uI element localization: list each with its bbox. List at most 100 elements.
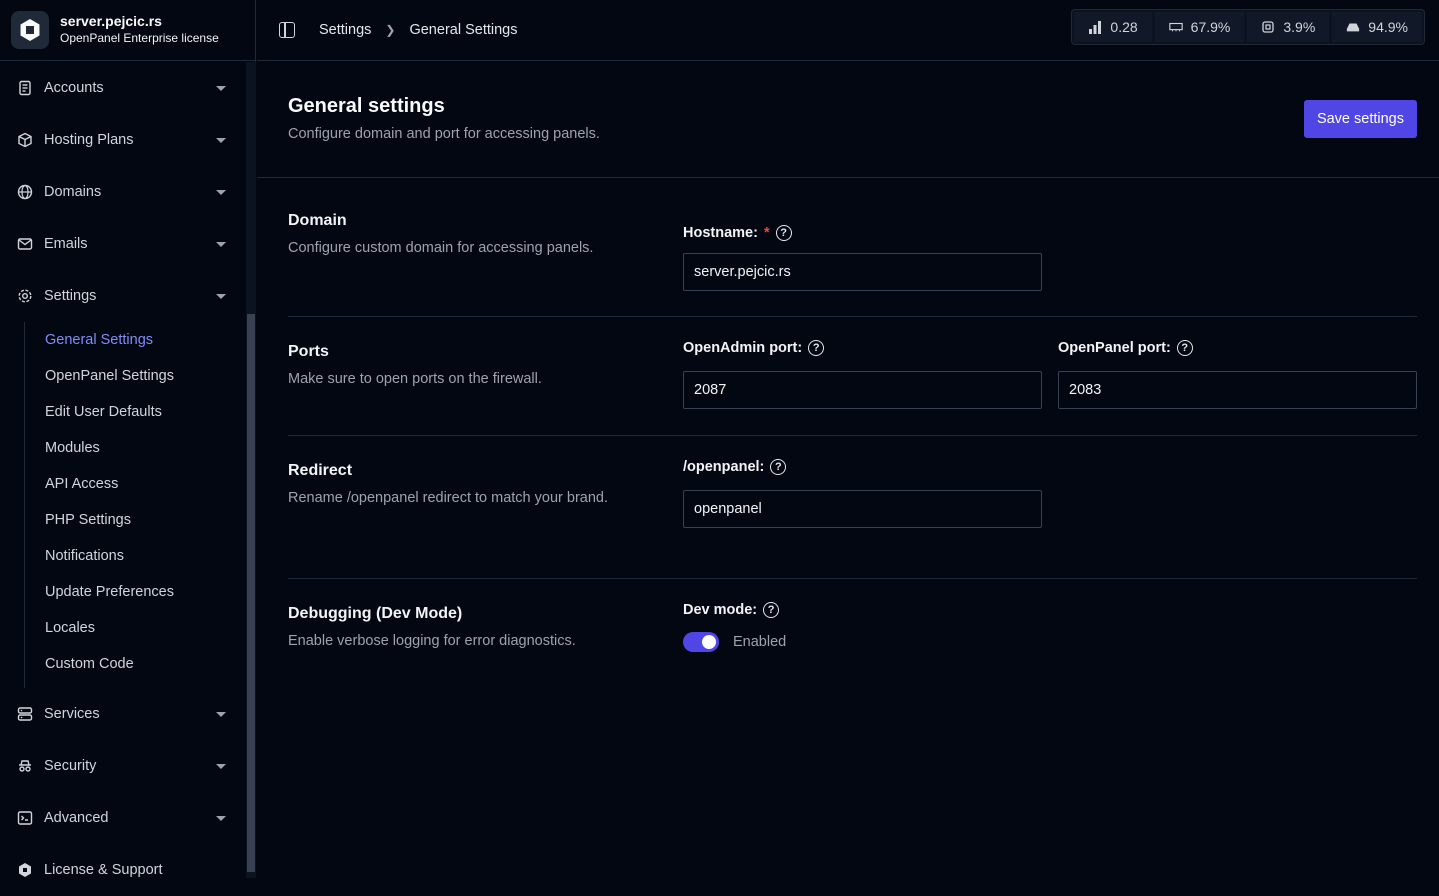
breadcrumb-settings[interactable]: Settings: [319, 22, 371, 38]
openpanel-port-input[interactable]: [1058, 371, 1417, 409]
chevron-down-icon: [216, 711, 226, 717]
sidebar-item-label: Accounts: [44, 80, 104, 96]
sidebar-item-label: Settings: [44, 288, 97, 304]
page-header: General settings Configure domain and po…: [257, 62, 1439, 178]
section-description: Enable verbose logging for error diagnos…: [288, 633, 576, 649]
sidebar-item-advanced[interactable]: Advanced: [0, 792, 246, 844]
dev-mode-toggle-row: Enabled: [683, 632, 786, 652]
memory-icon: [1168, 20, 1183, 34]
openadmin-port-label-text: OpenAdmin port:: [683, 340, 803, 356]
chevron-right-icon: ❯: [385, 23, 396, 37]
section-ports: Ports Make sure to open ports on the fir…: [288, 340, 1417, 409]
chevron-down-icon: [216, 85, 226, 91]
package-icon: [16, 131, 34, 149]
help-icon[interactable]: ?: [763, 602, 780, 618]
openpanel-icon: [16, 861, 34, 879]
section-title: Debugging (Dev Mode): [288, 605, 463, 622]
sidebar-nav: Accounts Hosting Plans Domains Emails Se…: [0, 62, 246, 896]
hostname-input[interactable]: [683, 253, 1042, 291]
sidebar-item-label: Domains: [44, 184, 102, 200]
section-debugging: Debugging (Dev Mode) Enable verbose logg…: [288, 602, 1417, 652]
terminal-icon: [16, 809, 34, 827]
breadcrumb: Settings ❯ General Settings: [319, 22, 517, 38]
sidebar-item-domains[interactable]: Domains: [0, 166, 246, 218]
sidebar-item-label: Services: [44, 706, 100, 722]
submenu-item-locales[interactable]: Locales: [25, 610, 246, 646]
sidebar-item-label: Security: [44, 758, 97, 774]
submenu-item-custom-code[interactable]: Custom Code: [25, 646, 246, 682]
openadmin-port-label: OpenAdmin port: ?: [683, 340, 1042, 356]
help-icon[interactable]: ?: [1176, 340, 1193, 356]
sidebar-item-label: Hosting Plans: [44, 132, 134, 148]
required-marker: *: [763, 225, 770, 241]
openpanel-redirect-input[interactable]: [683, 490, 1042, 528]
section-domain: Domain Configure custom domain for acces…: [288, 212, 1417, 291]
mail-icon: [16, 235, 34, 253]
sidebar-item-services[interactable]: Services: [0, 688, 246, 740]
server-icon: [16, 705, 34, 723]
openpanel-port-label-text: OpenPanel port:: [1058, 340, 1171, 356]
help-icon[interactable]: ?: [808, 340, 825, 356]
sidebar-item-label: Emails: [44, 236, 88, 252]
page-description: Configure domain and port for accessing …: [288, 126, 600, 142]
chevron-down-icon: [216, 763, 226, 769]
help-icon[interactable]: ?: [775, 225, 792, 241]
hostname-label-text: Hostname:: [683, 225, 758, 241]
submenu-item-api-access[interactable]: API Access: [25, 466, 246, 502]
submenu-item-php-settings[interactable]: PHP Settings: [25, 502, 246, 538]
chevron-down-icon: [216, 815, 226, 821]
divider: [288, 316, 1417, 317]
help-icon[interactable]: ?: [770, 459, 787, 475]
submenu-item-notifications[interactable]: Notifications: [25, 538, 246, 574]
sidebar-scrollbar-thumb[interactable]: [247, 314, 255, 872]
stat-load[interactable]: 0.28: [1074, 12, 1152, 42]
stat-load-value: 0.28: [1110, 19, 1138, 35]
openadmin-port-input[interactable]: [683, 371, 1042, 409]
hostname-label: Hostname: * ?: [683, 225, 1042, 241]
gear-icon: [16, 287, 34, 305]
sidebar-item-accounts[interactable]: Accounts: [0, 62, 246, 114]
section-redirect: Redirect Rename /openpanel redirect to m…: [288, 459, 1417, 528]
dev-mode-toggle[interactable]: [683, 632, 719, 652]
hostname-field: Hostname: * ?: [683, 225, 1042, 291]
sidebar-item-security[interactable]: Security: [0, 740, 246, 792]
submenu-item-modules[interactable]: Modules: [25, 430, 246, 466]
sidebar-item-hosting-plans[interactable]: Hosting Plans: [0, 114, 246, 166]
openpanel-port-field: OpenPanel port: ?: [1058, 340, 1417, 409]
stat-cpu[interactable]: 3.9%: [1247, 12, 1330, 42]
license-label: OpenPanel Enterprise license: [60, 31, 219, 45]
sidebar-toggle-icon[interactable]: [279, 22, 295, 38]
file-text-icon: [16, 79, 34, 97]
stat-ram[interactable]: 67.9%: [1154, 12, 1245, 42]
sidebar-item-settings[interactable]: Settings: [0, 270, 246, 322]
stat-cpu-value: 3.9%: [1283, 19, 1316, 35]
submenu-item-general-settings[interactable]: General Settings: [25, 322, 246, 358]
main-content: General settings Configure domain and po…: [257, 62, 1439, 878]
dev-mode-label: Dev mode: ?: [683, 602, 786, 618]
hard-drive-icon: [1346, 20, 1360, 34]
stat-disk[interactable]: 94.9%: [1332, 12, 1422, 42]
breadcrumb-current: General Settings: [409, 22, 518, 38]
openpanel-redirect-field: /openpanel: ?: [683, 459, 1042, 528]
chevron-down-icon: [216, 241, 226, 247]
chevron-down-icon: [216, 293, 226, 299]
top-bar: Settings ❯ General Settings 0.28 67.9% 3…: [257, 0, 1439, 61]
dev-mode-label-text: Dev mode:: [683, 602, 758, 618]
divider: [288, 435, 1417, 436]
submenu-item-update-preferences[interactable]: Update Preferences: [25, 574, 246, 610]
sidebar-item-label: License & Support: [44, 862, 163, 878]
brand-header[interactable]: server.pejcic.rs OpenPanel Enterprise li…: [0, 0, 255, 61]
sidebar-item-emails[interactable]: Emails: [0, 218, 246, 270]
spy-icon: [16, 757, 34, 775]
stat-disk-value: 94.9%: [1368, 19, 1408, 35]
cpu-icon: [1261, 20, 1275, 34]
submenu-item-edit-user-defaults[interactable]: Edit User Defaults: [25, 394, 246, 430]
server-name: server.pejcic.rs: [60, 13, 162, 29]
submenu-item-openpanel-settings[interactable]: OpenPanel Settings: [25, 358, 246, 394]
submenu-item-label: General Settings: [45, 332, 154, 348]
bar-chart-icon: [1088, 20, 1102, 34]
sidebar-item-license-support[interactable]: License & Support: [0, 844, 246, 896]
openpanel-logo-icon: [11, 11, 49, 49]
save-settings-button[interactable]: Save settings: [1303, 100, 1417, 138]
openadmin-port-field: OpenAdmin port: ?: [683, 340, 1042, 409]
